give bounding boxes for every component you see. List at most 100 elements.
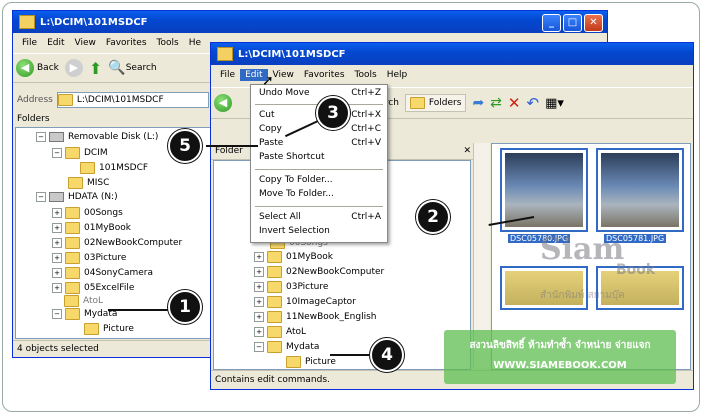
tree-item-removable-disk[interactable]: − Removable Disk (L:) — [36, 132, 158, 142]
delete-button[interactable]: ✕ — [508, 94, 521, 112]
folder-icon — [65, 252, 80, 264]
tree-item-05excelfile[interactable]: +05ExcelFile — [52, 282, 134, 294]
expand-toggle[interactable]: + — [52, 223, 62, 233]
menu-tools[interactable]: Tools — [152, 37, 184, 49]
drive-icon — [49, 132, 64, 142]
collapse-toggle[interactable]: − — [254, 342, 264, 352]
move-to-button[interactable]: ➦ — [472, 95, 484, 111]
tree-item-10imagecaptor[interactable]: +10ImageCaptor — [254, 296, 356, 308]
menu-item-move-to-folder[interactable]: Move To Folder... — [259, 189, 381, 202]
expand-toggle[interactable]: + — [52, 238, 62, 248]
collapse-toggle[interactable]: − — [52, 309, 62, 319]
menu-favorites[interactable]: Favorites — [101, 37, 152, 49]
folder-icon — [267, 341, 282, 353]
menu-item-shortcut: Ctrl+Z — [351, 88, 381, 98]
menu-tools[interactable]: Tools — [350, 69, 382, 81]
minimize-button[interactable]: _ — [542, 14, 561, 32]
tree-item-misc[interactable]: MISC — [68, 177, 109, 189]
tree-item-mydata[interactable]: − Mydata — [254, 341, 319, 353]
tree-label: 03Picture — [286, 282, 329, 292]
copy-to-button[interactable]: ⇄ — [490, 95, 502, 111]
expand-toggle[interactable]: + — [52, 208, 62, 218]
folders-pane-title: Folders — [17, 114, 50, 124]
address-input[interactable]: L:\DCIM\101MSDCF — [56, 92, 209, 108]
expand-toggle[interactable]: + — [254, 267, 264, 277]
menu-item-undo-move[interactable]: Undo Move Ctrl+Z — [259, 88, 381, 101]
menu-help[interactable]: He — [184, 37, 206, 49]
menu-favorites[interactable]: Favorites — [299, 69, 350, 81]
tree-item-00songs[interactable]: +00Songs — [52, 207, 123, 219]
collapse-toggle[interactable]: − — [36, 132, 46, 142]
back-arrow-icon: ◀ — [214, 94, 232, 112]
tree-item-01mybook[interactable]: +01MyBook — [254, 251, 333, 263]
expand-toggle[interactable]: + — [254, 327, 264, 337]
tree-item-03picture[interactable]: +03Picture — [254, 281, 328, 293]
folder-icon — [267, 296, 282, 308]
folder-icon — [65, 282, 80, 294]
menu-item-paste-shortcut[interactable]: Paste Shortcut — [259, 152, 381, 165]
expand-toggle[interactable]: + — [254, 282, 264, 292]
menu-item-paste[interactable]: Paste Ctrl+V — [259, 138, 381, 151]
undo-button[interactable]: ↶ — [526, 94, 539, 112]
menu-item-invert-selection[interactable]: Invert Selection — [259, 226, 381, 239]
tree-item-01mybook[interactable]: +01MyBook — [52, 222, 131, 234]
folder-icon — [267, 311, 282, 323]
folder-icon — [65, 147, 80, 159]
tree-item-11newbook-english[interactable]: +11NewBook_English — [254, 311, 376, 323]
up-folder-button[interactable]: ⬆ — [89, 59, 102, 78]
watermark-logo: Siam Book สำนักพิมพ์ สยามบุ๊ค — [530, 232, 678, 312]
tree-label: MISC — [87, 178, 110, 188]
callout-badge-2: 2 — [416, 200, 450, 234]
callout-line-1 — [108, 309, 170, 311]
menu-edit[interactable]: Edit — [42, 37, 69, 49]
car-photo — [505, 153, 583, 227]
tree-item-101msdcf[interactable]: 101MSDCF — [80, 162, 148, 174]
tree-item-04sonycamera[interactable]: +04SonyCamera — [52, 267, 153, 279]
menu-file[interactable]: File — [215, 69, 240, 81]
expand-toggle[interactable]: + — [52, 268, 62, 278]
menu-help[interactable]: Help — [382, 69, 413, 81]
expand-toggle[interactable]: + — [52, 283, 62, 293]
expand-toggle[interactable]: + — [52, 253, 62, 263]
tree-item-dcim[interactable]: − DCIM — [52, 147, 108, 159]
expand-toggle[interactable]: + — [254, 312, 264, 322]
back-button[interactable]: ◀ — [214, 94, 232, 112]
tree-label: 11NewBook_English — [286, 312, 377, 322]
forward-button[interactable]: ▶ — [64, 59, 83, 77]
tree-item-02newbookcomputer[interactable]: +02NewBookComputer — [254, 266, 384, 278]
folder-icon — [68, 177, 83, 189]
menu-item-copy[interactable]: Copy Ctrl+C — [259, 124, 381, 137]
folder-icon — [65, 207, 80, 219]
expand-toggle[interactable]: + — [254, 297, 264, 307]
folder-icon — [57, 94, 73, 106]
menu-view[interactable]: View — [70, 37, 101, 49]
tree-item-02newbookcomputer[interactable]: +02NewBookComputer — [52, 237, 182, 249]
tree-item-atol[interactable]: + AtoL — [254, 326, 306, 338]
menu-file[interactable]: File — [17, 37, 42, 49]
up-folder-icon: ⬆ — [88, 58, 103, 78]
tree-item-hdata[interactable]: − HDATA (N:) — [36, 192, 118, 202]
tree-item-picture[interactable]: Picture — [84, 323, 134, 335]
tree-label: 02NewBookComputer — [286, 267, 385, 277]
views-button[interactable]: ▦▾ — [545, 96, 564, 111]
collapse-toggle[interactable]: − — [52, 148, 62, 158]
callout-badge-4: 4 — [370, 338, 404, 372]
tree-item-picture[interactable]: Picture — [286, 356, 336, 368]
tree-item-atol[interactable]: AtoL — [64, 295, 103, 307]
menu-item-copy-to-folder[interactable]: Copy To Folder... — [259, 175, 381, 188]
expand-toggle[interactable]: + — [254, 252, 264, 262]
back-button[interactable]: ◀ Back — [16, 59, 59, 77]
status-text: Contains edit commands. — [215, 375, 330, 385]
maximize-button[interactable]: □ — [563, 14, 582, 32]
tree-label: Picture — [103, 324, 134, 334]
tree-item-03picture[interactable]: +03Picture — [52, 252, 126, 264]
folders-button[interactable]: Folders — [404, 94, 467, 112]
pane-close-icon[interactable]: ✕ — [463, 146, 471, 156]
thumbnail-dsc05781[interactable] — [596, 148, 684, 232]
tree-label: 02NewBookComputer — [84, 238, 183, 248]
close-button[interactable]: ✕ — [584, 14, 603, 32]
move-to-icon: ➦ — [472, 95, 485, 111]
collapse-toggle[interactable]: − — [36, 192, 46, 202]
menu-item-select-all[interactable]: Select All Ctrl+A — [259, 212, 381, 225]
search-button[interactable]: 🔍 Search — [108, 60, 156, 76]
